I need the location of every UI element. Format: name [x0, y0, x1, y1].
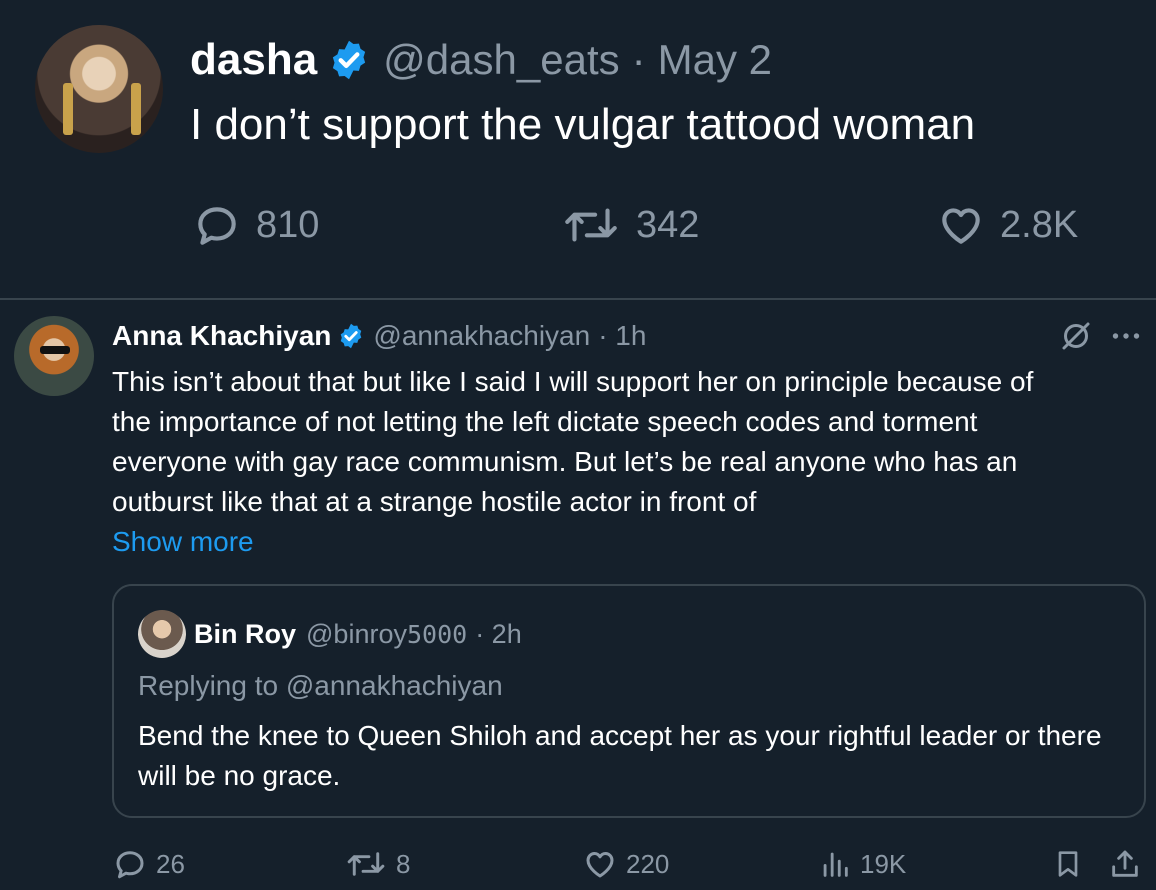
verified-badge-icon: [333, 40, 366, 80]
tweet-time[interactable]: · 2h: [475, 619, 522, 650]
reply-header: Anna Khachiyan @annakhachiyan · 1h: [112, 316, 646, 356]
avatar-detail: [131, 83, 141, 135]
views-button[interactable]: 19K: [818, 846, 906, 882]
handle-digits: 5000: [406, 619, 468, 649]
divider: [0, 298, 1156, 300]
author-name[interactable]: Anna Khachiyan: [112, 320, 331, 352]
like-button[interactable]: 2.8K: [936, 200, 1078, 250]
author-handle[interactable]: @dash_eats: [383, 36, 619, 84]
reply-icon: [116, 851, 144, 879]
reply-count: 810: [256, 203, 320, 246]
avatar[interactable]: [14, 316, 94, 396]
grok-icon[interactable]: [1058, 318, 1094, 354]
tweet-text: I don’t support the vulgar tattood woman: [190, 100, 976, 149]
share-icon: [1112, 850, 1138, 877]
replying-to: Replying to @annakhachiyan: [138, 670, 503, 701]
share-button[interactable]: [1108, 846, 1150, 882]
reply-text-line: This isn’t about that but like I said I …: [112, 366, 1034, 397]
views-count: 19K: [860, 848, 907, 879]
like-icon: [586, 852, 614, 878]
like-count: 220: [626, 848, 670, 879]
retweet-button[interactable]: 342: [560, 200, 699, 250]
tweet-time[interactable]: · 1h: [598, 320, 646, 352]
main-tweet[interactable]: dasha @dash_eats · May 2 I don’t support…: [0, 0, 1156, 298]
author-name[interactable]: Bin Roy: [194, 619, 296, 650]
retweet-button[interactable]: 8: [344, 846, 410, 882]
bookmark-button[interactable]: [1052, 846, 1092, 882]
retweet-icon: [565, 208, 617, 242]
reply-text: This isn’t about that but like I said I …: [112, 362, 1148, 522]
reply-button[interactable]: 810: [192, 200, 319, 250]
like-count: 2.8K: [1000, 203, 1079, 246]
author-handle[interactable]: @annakhachiyan: [373, 320, 590, 352]
reply-text-line: the importance of not letting the left d…: [112, 406, 978, 437]
tweet-header: dasha @dash_eats · May 2: [190, 32, 772, 88]
quoted-header: Bin Roy @binroy5000 · 2h: [194, 614, 522, 654]
reply-button[interactable]: 26: [112, 846, 185, 882]
more-icon[interactable]: [1108, 318, 1144, 354]
separator: ·: [631, 36, 646, 83]
like-button[interactable]: 220: [582, 846, 669, 882]
retweet-count: 342: [636, 203, 700, 246]
quoted-text: Bend the knee to Queen Shiloh and accept…: [138, 720, 1102, 791]
avatar[interactable]: [138, 610, 186, 658]
handle-prefix: @binroy: [306, 618, 407, 649]
verified-badge-icon: [341, 323, 362, 349]
quoted-tweet[interactable]: Bin Roy @binroy5000 · 2h Replying to @an…: [112, 584, 1146, 818]
views-icon: [823, 852, 848, 877]
reply-text-line: everyone with gay race communism. But le…: [112, 446, 1018, 477]
avatar-detail: [63, 83, 73, 135]
avatar-detail: [40, 346, 70, 354]
like-icon: [942, 208, 980, 244]
reply-count: 26: [156, 848, 185, 879]
retweet-icon: [347, 852, 385, 876]
avatar[interactable]: [35, 25, 163, 153]
retweet-count: 8: [396, 848, 411, 879]
bookmark-icon: [1058, 851, 1078, 877]
author-handle[interactable]: @binroy5000: [306, 619, 467, 650]
reply-text-line: outburst like that at a strange hostile …: [112, 486, 757, 517]
show-more-link[interactable]: Show more: [112, 522, 254, 562]
tweet-date[interactable]: May 2: [658, 36, 772, 84]
author-name[interactable]: dasha: [190, 35, 317, 85]
reply-icon: [198, 207, 236, 245]
